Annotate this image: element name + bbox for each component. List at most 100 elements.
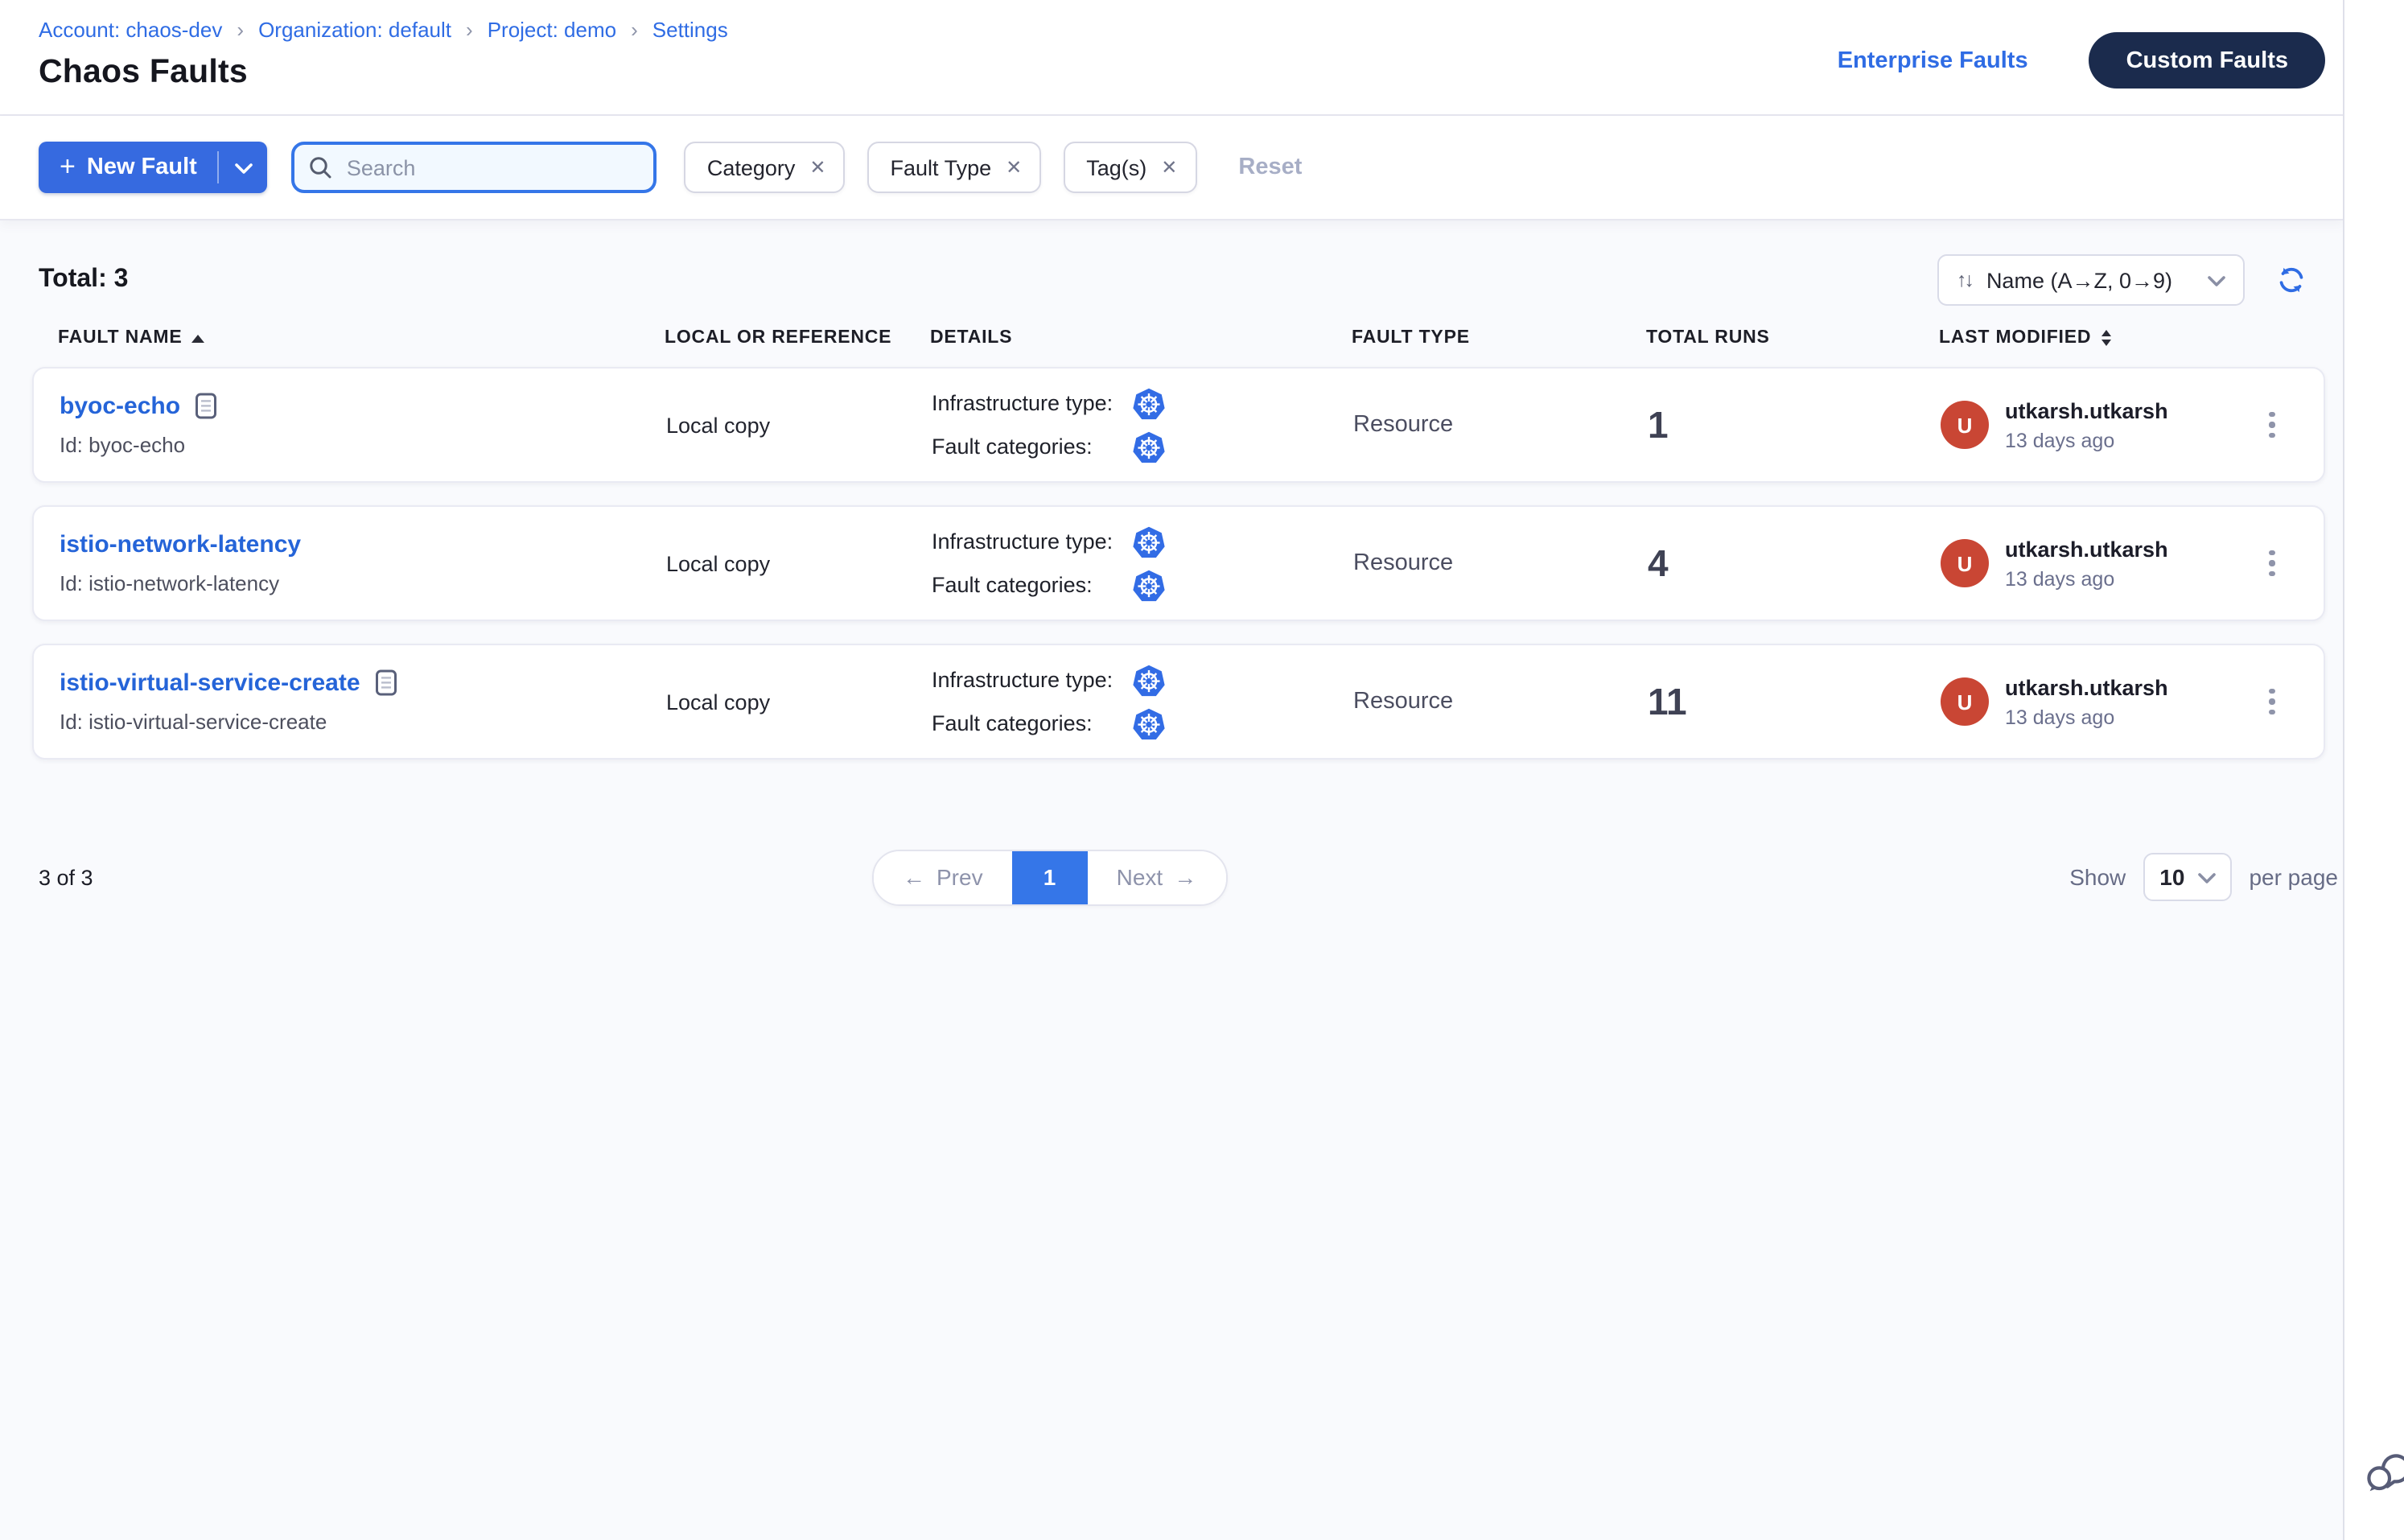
pagination: ← Prev 1 Next →: [872, 849, 1227, 905]
filter-chip-label: Category: [707, 155, 796, 179]
arrow-right-icon: →: [1174, 864, 1196, 890]
details-cell: Infrastructure type: Fault categories:: [932, 524, 1353, 603]
infrastructure-type-label: Infrastructure type:: [932, 668, 1131, 692]
row-menu-button[interactable]: [2259, 402, 2284, 448]
arrow-left-icon: ←: [903, 864, 925, 890]
search-input[interactable]: [344, 154, 640, 181]
header-actions: Enterprise Faults Custom Faults: [1838, 32, 2325, 89]
help-rail: [2343, 0, 2404, 1540]
page-header: Account: chaos-dev › Organization: defau…: [0, 0, 2344, 116]
reset-filters-button[interactable]: Reset: [1238, 154, 1302, 180]
close-icon[interactable]: ✕: [809, 158, 825, 177]
sort-asc-icon: [192, 334, 205, 342]
list-footer: 3 of 3 ← Prev 1 Next → Show 10: [0, 850, 2344, 904]
prev-page-button[interactable]: ← Prev: [874, 850, 1012, 904]
avatar: U: [1941, 539, 1989, 587]
close-icon[interactable]: ✕: [1006, 158, 1022, 177]
custom-faults-button[interactable]: Custom Faults: [2089, 32, 2325, 89]
breadcrumb-organization[interactable]: Organization: default: [258, 18, 451, 42]
fault-type-value: Resource: [1353, 412, 1648, 438]
kubernetes-icon: [1131, 524, 1167, 559]
breadcrumb-separator-icon: ›: [237, 18, 244, 42]
column-header-last-modified[interactable]: LAST MODIFIED: [1939, 328, 2245, 348]
search-icon: [310, 156, 332, 179]
range-label: 3 of 3: [39, 865, 93, 889]
kubernetes-icon: [1131, 706, 1167, 741]
last-modified-cell: U utkarsh.utkarsh 13 days ago: [1941, 537, 2246, 590]
avatar: U: [1941, 401, 1989, 449]
total-runs-value: 11: [1648, 680, 1941, 723]
kubernetes-icon: [1131, 567, 1167, 603]
plus-icon: +: [60, 153, 76, 180]
infrastructure-type-label: Infrastructure type:: [932, 391, 1131, 415]
filter-chip-fault-type[interactable]: Fault Type ✕: [868, 142, 1042, 193]
breadcrumb-project[interactable]: Project: demo: [488, 18, 616, 42]
modified-by: utkarsh.utkarsh: [2005, 398, 2168, 422]
table-row[interactable]: istio-network-latency Id: istio-network-…: [32, 505, 2325, 621]
local-or-reference-value: Local copy: [634, 413, 932, 437]
filter-chip-label: Tag(s): [1086, 155, 1146, 179]
fault-name-link[interactable]: byoc-echo: [60, 393, 180, 420]
fault-id: Id: byoc-echo: [60, 433, 634, 457]
filter-chip-tags[interactable]: Tag(s) ✕: [1064, 142, 1196, 193]
breadcrumb-settings[interactable]: Settings: [652, 18, 728, 42]
fault-name-link[interactable]: istio-virtual-service-create: [60, 669, 360, 697]
row-menu-button[interactable]: [2259, 541, 2284, 587]
table-row[interactable]: byoc-echo Id: byoc-echo Local copy Infra…: [32, 367, 2325, 483]
fault-categories-label: Fault categories:: [932, 711, 1131, 735]
fault-categories-label: Fault categories:: [932, 434, 1131, 459]
details-cell: Infrastructure type: Fault categories:: [932, 662, 1353, 741]
infrastructure-type-label: Infrastructure type:: [932, 529, 1131, 554]
local-or-reference-value: Local copy: [634, 551, 932, 575]
column-header-details: DETAILS: [930, 328, 1352, 348]
fault-id: Id: istio-network-latency: [60, 571, 634, 595]
new-fault-label: New Fault: [87, 154, 197, 180]
last-modified-cell: U utkarsh.utkarsh 13 days ago: [1941, 675, 2246, 728]
row-menu-button[interactable]: [2259, 679, 2284, 725]
modified-by: utkarsh.utkarsh: [2005, 537, 2168, 561]
filter-chips: Category ✕ Fault Type ✕ Tag(s) ✕: [685, 142, 1197, 193]
last-modified-cell: U utkarsh.utkarsh 13 days ago: [1941, 398, 2246, 451]
modified-at: 13 days ago: [2005, 567, 2168, 590]
per-page-label: per page: [2249, 864, 2338, 890]
filter-chip-label: Fault Type: [891, 155, 992, 179]
fault-id: Id: istio-virtual-service-create: [60, 710, 634, 734]
chat-bubbles-icon[interactable]: [2362, 1447, 2404, 1498]
table-header-row: FAULT NAME LOCAL OR REFERENCE DETAILS FA…: [32, 328, 2325, 348]
modified-by: utkarsh.utkarsh: [2005, 675, 2168, 699]
total-runs-value: 1: [1648, 403, 1941, 447]
close-icon[interactable]: ✕: [1161, 158, 1177, 177]
screen: Account: chaos-dev › Organization: defau…: [0, 0, 2404, 1540]
show-label: Show: [2069, 864, 2126, 890]
page-size-control: Show 10 per page: [2069, 853, 2338, 901]
current-page-button[interactable]: 1: [1012, 850, 1088, 904]
local-or-reference-value: Local copy: [634, 690, 932, 714]
breadcrumb-separator-icon: ›: [631, 18, 638, 42]
new-fault-button[interactable]: + New Fault: [39, 142, 218, 193]
page-size-dropdown[interactable]: 10: [2143, 853, 2231, 901]
document-icon[interactable]: [375, 669, 397, 697]
list-head: Total: 3 ↑↓ Name (A→Z, 0→9): [0, 220, 2344, 325]
enterprise-faults-link[interactable]: Enterprise Faults: [1838, 47, 2028, 73]
refresh-button[interactable]: [2277, 266, 2306, 294]
total-runs-value: 4: [1648, 541, 1941, 585]
modified-at: 13 days ago: [2005, 429, 2168, 451]
search-box: [292, 142, 657, 193]
table-row[interactable]: istio-virtual-service-create Id: istio-v…: [32, 644, 2325, 760]
sort-both-icon: [2101, 330, 2110, 346]
new-fault-dropdown-button[interactable]: [220, 142, 268, 193]
fault-name-link[interactable]: istio-network-latency: [60, 531, 301, 558]
modified-at: 13 days ago: [2005, 706, 2168, 728]
document-icon[interactable]: [195, 393, 217, 420]
chevron-down-icon: [235, 162, 253, 173]
chevron-down-icon: [2208, 274, 2225, 286]
breadcrumb-account[interactable]: Account: chaos-dev: [39, 18, 222, 42]
next-page-button[interactable]: Next →: [1088, 850, 1226, 904]
breadcrumb-separator-icon: ›: [466, 18, 473, 42]
column-header-fault-name[interactable]: FAULT NAME: [32, 328, 632, 348]
page-size-value: 10: [2159, 864, 2184, 890]
kubernetes-icon: [1131, 385, 1167, 421]
sort-dropdown[interactable]: ↑↓ Name (A→Z, 0→9): [1937, 254, 2245, 306]
filter-chip-category[interactable]: Category ✕: [685, 142, 846, 193]
sort-arrows-icon: ↑↓: [1957, 269, 1972, 291]
